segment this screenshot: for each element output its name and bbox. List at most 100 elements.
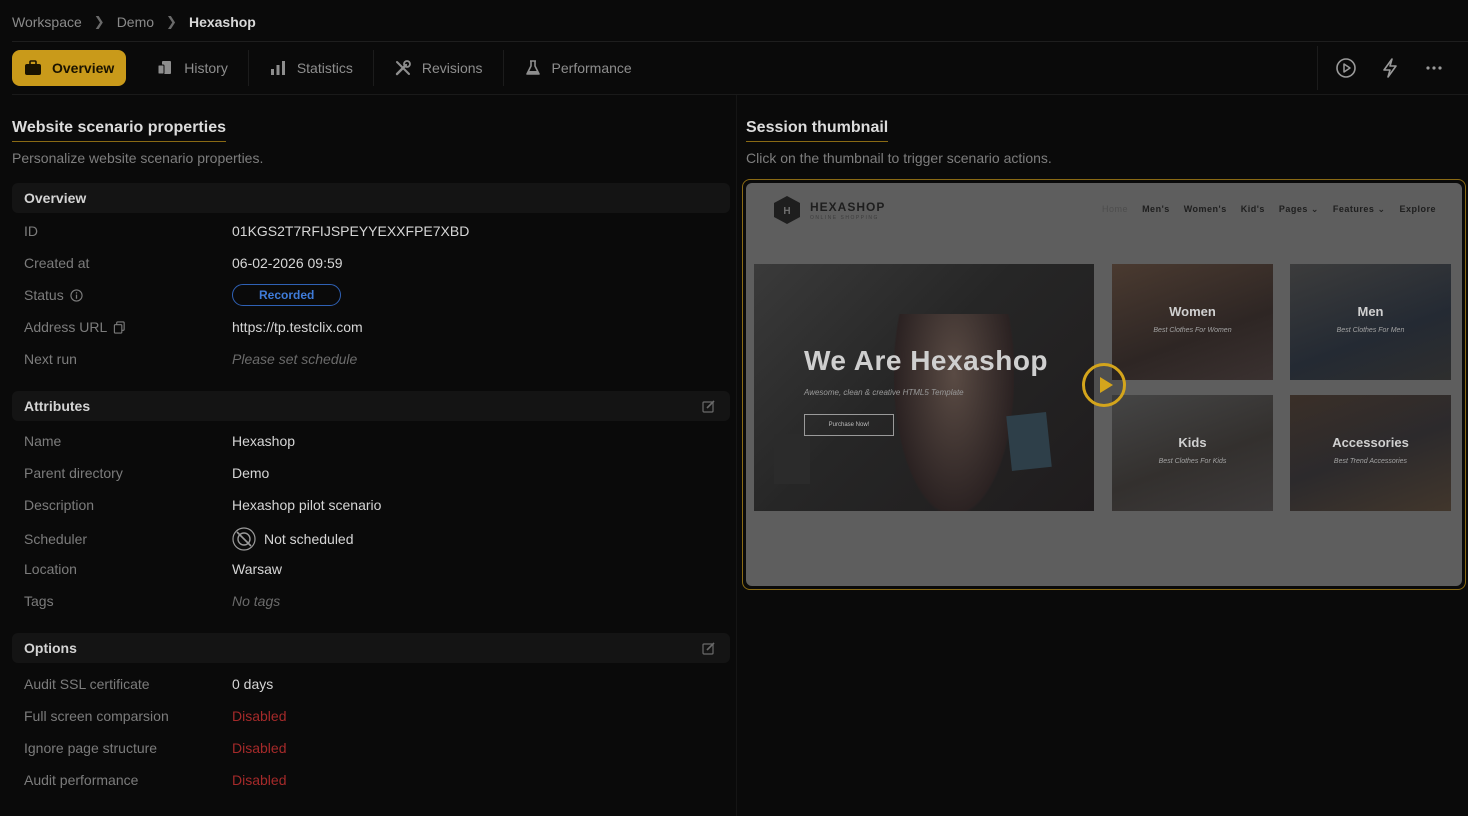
property-label: Audit performance (24, 772, 139, 788)
tile-subtitle: Best Clothes For Men (1336, 327, 1405, 334)
tab-revisions-label: Revisions (421, 60, 483, 76)
property-label: Parent directory (24, 465, 123, 481)
url-label: Address URL (24, 319, 108, 335)
logo-letter: H (783, 206, 790, 217)
flask-icon (524, 59, 542, 77)
group-title: Overview (24, 190, 87, 206)
address-url-link[interactable]: https://tp.testclix.com (232, 319, 363, 335)
chevron-right-icon: ❯ (166, 14, 177, 29)
shopping-bag-image (774, 434, 810, 484)
property-label: Audit SSL certificate (24, 676, 150, 692)
tab-performance-label: Performance (551, 60, 632, 76)
property-label: Status (12, 287, 232, 303)
group-overview-header: Overview (12, 183, 730, 213)
site-nav-item: Women's (1183, 204, 1227, 214)
logo-tagline: ONLINE SHOPPING (810, 214, 879, 221)
tab-statistics-label: Statistics (296, 60, 353, 76)
tile-subtitle: Best Clothes For Women (1153, 327, 1232, 334)
tile-subtitle: Best Clothes For Kids (1158, 458, 1227, 465)
more-button[interactable] (1412, 50, 1456, 86)
property-value: Recorded (232, 284, 342, 306)
bar-chart-icon (269, 59, 287, 77)
tab-history[interactable]: History (136, 50, 248, 86)
group-options-header: Options (12, 633, 730, 663)
property-row-url: Address URL https://tp.testclix.com (12, 311, 730, 343)
property-value: 06-02-2026 09:59 (232, 255, 343, 271)
site-logo: H HEXASHOP ONLINE SHOPPING (772, 195, 885, 225)
site-nav-item: Features ⌄ (1332, 204, 1386, 214)
property-label: Scheduler (24, 531, 88, 547)
edit-icon[interactable] (702, 399, 716, 413)
property-row-ignore-structure: Ignore page structure Disabled (12, 732, 730, 764)
tab-revisions[interactable]: Revisions (374, 50, 503, 86)
tab-overview[interactable]: Overview (12, 50, 127, 86)
more-icon (1426, 66, 1442, 70)
category-tile-men: Men Best Clothes For Men (1290, 264, 1451, 380)
status-badge: Recorded (232, 284, 342, 306)
property-label: Name (24, 433, 62, 449)
info-icon[interactable] (70, 288, 83, 302)
hero-subtitle: Awesome, clean & creative HTML5 Template (804, 388, 964, 397)
tab-performance[interactable]: Performance (504, 50, 652, 86)
play-button[interactable] (1082, 363, 1126, 407)
status-label: Status (24, 287, 64, 303)
property-value: Disabled (232, 772, 287, 788)
copy-icon[interactable] (113, 320, 126, 334)
section-subtitle: Personalize website scenario properties. (12, 150, 264, 166)
property-label: Description (24, 497, 95, 513)
property-value: 0 days (232, 676, 274, 692)
trigger-button[interactable] (1368, 50, 1412, 86)
property-value: Not scheduled (232, 527, 354, 551)
property-value: 01KGS2T7RFIJSPEYYEXXFPE7XBD (232, 223, 470, 239)
category-tile-women: Women Best Clothes For Women (1112, 264, 1273, 380)
property-row-id: ID 01KGS2T7RFIJSPEYYEXXFPE7XBD (12, 215, 730, 247)
chevron-right-icon: ❯ (93, 14, 105, 29)
play-circle-icon (1336, 58, 1356, 78)
property-value: Demo (232, 465, 270, 481)
session-thumbnail[interactable]: H HEXASHOP ONLINE SHOPPING Home Men's Wo… (742, 179, 1466, 590)
property-row-location: Location Warsaw (12, 553, 730, 585)
property-row-created: Created at 06-02-2026 09:59 (12, 247, 730, 279)
group-title: Options (24, 640, 77, 656)
property-value: No tags (232, 593, 281, 609)
breadcrumb-current: Hexashop (188, 14, 256, 30)
property-row-fullscreen: Full screen comparsion Disabled (12, 700, 730, 732)
property-value: Please set schedule (232, 351, 358, 367)
property-row-description: Description Hexashop pilot scenario (12, 489, 730, 521)
toolbar-actions (1317, 46, 1456, 90)
property-row-parent: Parent directory Demo (12, 457, 730, 489)
property-label: Ignore page structure (24, 740, 158, 756)
property-label: Full screen comparsion (24, 708, 169, 724)
group-title: Attributes (24, 398, 91, 414)
logo-name: HEXASHOP (810, 199, 886, 214)
tab-statistics[interactable]: Statistics (249, 50, 373, 86)
property-row-audit-performance: Audit performance Disabled (12, 764, 730, 796)
site-nav-item: Home (1102, 204, 1129, 214)
section-subtitle: Click on the thumbnail to trigger scenar… (746, 150, 1052, 166)
no-schedule-icon (232, 527, 256, 551)
property-value: Hexashop (232, 433, 296, 449)
tile-title: Kids (1178, 435, 1207, 450)
breadcrumb-workspace[interactable]: Workspace (12, 14, 82, 30)
divider (736, 95, 737, 816)
property-value: Warsaw (232, 561, 283, 577)
edit-icon[interactable] (702, 641, 716, 655)
tile-title: Accessories (1332, 435, 1409, 450)
property-row-name: Name Hexashop (12, 425, 730, 457)
site-nav-item: Men's (1142, 204, 1170, 214)
property-label: Location (24, 561, 77, 577)
hexagon-logo-icon: H (774, 196, 800, 224)
breadcrumb-demo[interactable]: Demo (117, 14, 154, 30)
divider (1317, 46, 1318, 90)
lightning-icon (1383, 58, 1397, 78)
tile-title: Men (1357, 304, 1384, 319)
divider (12, 41, 1468, 42)
section-title: Session thumbnail (746, 119, 889, 142)
tab-history-label: History (184, 60, 228, 76)
briefcase-icon (24, 59, 42, 77)
site-nav-item: Kid's (1240, 204, 1265, 214)
site-nav: Home Men's Women's Kid's Pages ⌄ Feature… (1088, 204, 1436, 215)
run-button[interactable] (1324, 50, 1368, 86)
play-icon (1099, 377, 1113, 393)
thumbnail-image: H HEXASHOP ONLINE SHOPPING Home Men's Wo… (746, 183, 1462, 586)
